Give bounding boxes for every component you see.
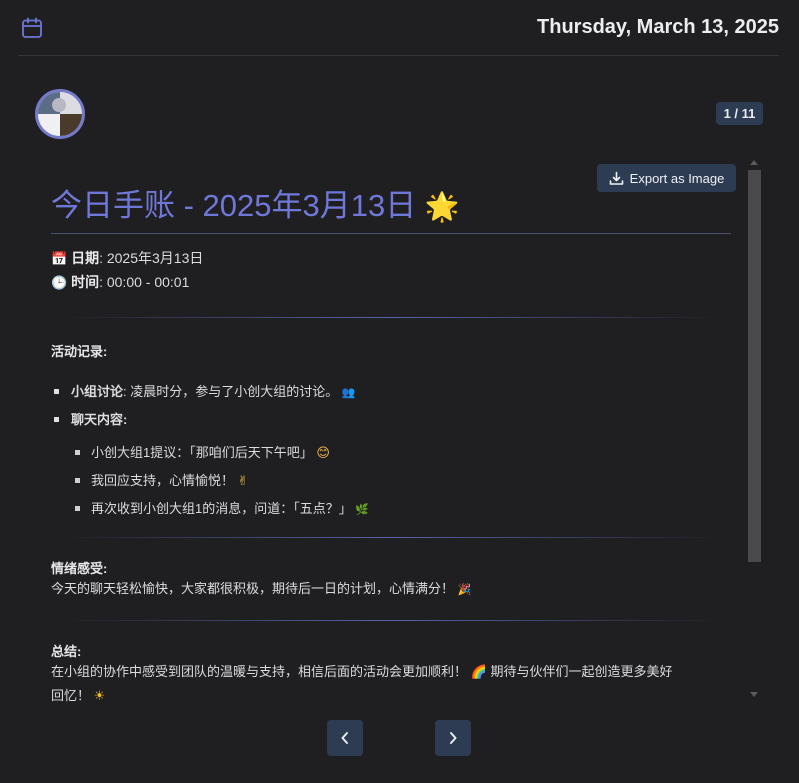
meta-date-row: 📅 日期: 2025年3月13日	[51, 247, 731, 271]
calendar-emoji-icon: 📅	[51, 252, 68, 267]
meta-time-row: 🕒 时间: 00:00 - 00:01	[51, 271, 731, 295]
activity-list: 小组讨论: 凌晨时分，参与了小创大组的讨论。 👥 聊天内容: 小创大组1提议：「…	[51, 378, 731, 523]
list-item: 我回应支持，心情愉悦！ ✌	[71, 467, 731, 495]
star-emoji: 🌟	[424, 190, 460, 223]
journal-meta: 📅 日期: 2025年3月13日 🕒 时间: 00:00 - 00:01	[51, 247, 731, 295]
discussion-text: : 凌晨时分，参与了小创大组的讨论。	[123, 384, 339, 399]
divider	[61, 620, 721, 621]
discussion-label: 小组讨论	[71, 384, 124, 399]
avatar	[35, 89, 85, 139]
party-emoji: 🎉	[457, 583, 472, 596]
mood-section-title: 情绪感受:	[51, 561, 108, 576]
smile-emoji: 😊	[316, 446, 330, 461]
journal-content: 今日手账 - 2025年3月13日 🌟 📅 日期: 2025年3月13日 🕒 时…	[51, 186, 731, 708]
chat-item-text: 再次收到小创大组1的消息，问道：「五点？」	[91, 501, 352, 516]
chat-item-text: 小创大组1提议：「那咱们后天下午吧」	[91, 445, 313, 460]
summary-text-part: 在小组的协作中感受到团队的温暖与支持，相信后面的活动会更加顺利！	[51, 664, 468, 679]
people-emoji: 👥	[341, 386, 356, 399]
summary-section-title: 总结:	[51, 644, 82, 659]
meta-date-label: 日期	[71, 250, 100, 266]
summary-text-part: 回忆！	[51, 688, 91, 703]
activity-section-title: 活动记录:	[51, 344, 108, 359]
list-item: 小创大组1提议：「那咱们后天下午吧」 😊	[71, 439, 731, 467]
list-item: 小组讨论: 凌晨时分，参与了小创大组的讨论。 👥	[51, 378, 731, 406]
list-item: 聊天内容: 小创大组1提议：「那咱们后天下午吧」 😊 我回应支持，心情愉悦！ ✌…	[51, 406, 731, 523]
scrollbar[interactable]	[748, 170, 761, 562]
export-button-label: Export as Image	[629, 170, 725, 186]
chat-label: 聊天内容:	[71, 412, 128, 427]
next-page-button[interactable]	[435, 720, 471, 756]
page-date-title: Thursday, March 13, 2025	[537, 16, 779, 38]
clock-emoji-icon: 🕒	[51, 276, 68, 291]
divider	[61, 537, 721, 538]
export-as-image-button[interactable]: Export as Image	[597, 164, 736, 192]
herb-emoji: 🌿	[355, 503, 370, 516]
top-bar: Thursday, March 13, 2025	[18, 0, 779, 56]
chevron-right-icon	[450, 732, 457, 744]
download-icon	[609, 171, 623, 185]
list-item: 再次收到小创大组1的消息，问道：「五点？」 🌿	[71, 495, 731, 523]
mood-text-content: 今天的聊天轻松愉快，大家都很积极，期待后一日的计划，心情满分！	[51, 581, 455, 596]
page-counter-badge: 1 / 11	[716, 102, 763, 125]
divider	[61, 317, 721, 318]
mood-text: 今天的聊天轻松愉快，大家都很积极，期待后一日的计划，心情满分！ 🎉	[51, 577, 731, 601]
journal-title: 今日手账 - 2025年3月13日 🌟	[51, 186, 731, 234]
scroll-up-arrow-icon[interactable]	[750, 160, 758, 165]
sun-emoji: ☀	[93, 689, 106, 704]
journal-title-text: 今日手账 - 2025年3月13日	[51, 188, 417, 223]
victory-hand-emoji: ✌	[237, 474, 249, 489]
meta-time-label: 时间	[71, 274, 100, 290]
chat-item-text: 我回应支持，心情愉悦！	[91, 473, 235, 488]
rainbow-emoji: 🌈	[470, 665, 487, 680]
meta-time-value: : 00:00 - 00:01	[99, 274, 190, 290]
calendar-icon[interactable]	[19, 15, 45, 41]
scroll-down-arrow-icon[interactable]	[750, 692, 758, 697]
chevron-left-icon	[341, 732, 348, 744]
summary-text-part: 期待与伙伴们一起创造更多美好	[486, 664, 673, 679]
meta-date-value: : 2025年3月13日	[99, 250, 204, 266]
chat-list: 小创大组1提议：「那咱们后天下午吧」 😊 我回应支持，心情愉悦！ ✌ 再次收到小…	[71, 439, 731, 523]
previous-page-button[interactable]	[327, 720, 363, 756]
summary-text: 在小组的协作中感受到团队的温暖与支持，相信后面的活动会更加顺利！ 🌈 期待与伙伴…	[51, 660, 731, 708]
